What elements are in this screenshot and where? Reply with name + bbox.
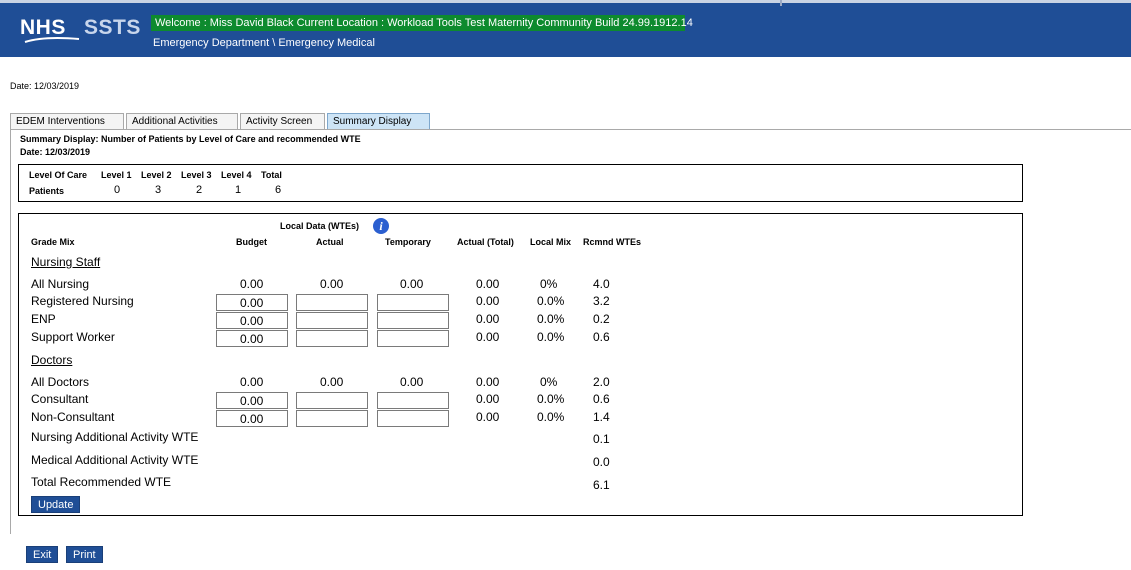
- all-doctors-temporary: 0.00: [400, 375, 424, 389]
- content-border: [10, 129, 11, 534]
- support-worker-actual-total: 0.00: [476, 330, 500, 344]
- consultant-rcmnd: 0.6: [593, 392, 610, 406]
- enp-actual-total: 0.00: [476, 312, 500, 326]
- header-budget: Budget: [236, 237, 267, 247]
- all-nursing-actual: 0.00: [320, 277, 344, 291]
- non-consultant-actual-total: 0.00: [476, 410, 500, 424]
- consultant-temporary-input[interactable]: [377, 392, 449, 409]
- all-doctors-budget: 0.00: [240, 375, 264, 389]
- local-data-label: Local Data (WTEs): [280, 221, 360, 231]
- exit-button[interactable]: Exit: [26, 546, 59, 563]
- summary-date: Date: 12/03/2019: [20, 147, 91, 157]
- header-temporary: Temporary: [385, 237, 431, 247]
- row-label-support-worker: Support Worker: [31, 330, 115, 344]
- tab-edem-interventions[interactable]: EDEM Interventions: [10, 113, 124, 129]
- all-nursing-actual-total: 0.00: [476, 277, 500, 291]
- consultant-budget-input[interactable]: [216, 392, 288, 409]
- all-doctors-actual: 0.00: [320, 375, 344, 389]
- enp-rcmnd: 0.2: [593, 312, 610, 326]
- tab-summary-display[interactable]: Summary Display: [327, 113, 430, 129]
- all-doctors-actual-total: 0.00: [476, 375, 500, 389]
- summary-title: Summary Display: Number of Patients by L…: [20, 134, 361, 144]
- all-doctors-rcmnd: 2.0: [593, 375, 610, 389]
- registered-nursing-local-mix: 0.0%: [537, 294, 565, 308]
- row-label-registered-nursing: Registered Nursing: [31, 294, 134, 308]
- print-button[interactable]: Print: [66, 546, 103, 563]
- header-actual: Actual: [316, 237, 344, 247]
- enp-budget-input[interactable]: [216, 312, 288, 329]
- row-label-all-doctors: All Doctors: [31, 375, 90, 389]
- tab-activity-screen[interactable]: Activity Screen: [240, 113, 325, 129]
- level-header-level-3: Level 3: [181, 170, 212, 180]
- level-header-level-4: Level 4: [221, 170, 252, 180]
- support-worker-budget-input[interactable]: [216, 330, 288, 347]
- consultant-actual-input[interactable]: [296, 392, 368, 409]
- sublocation-text: Emergency Department \ Emergency Medical: [153, 37, 375, 49]
- non-consultant-local-mix: 0.0%: [537, 410, 565, 424]
- row-label-medical-additional: Medical Additional Activity WTE: [31, 453, 199, 467]
- patients-level-3: 2: [196, 184, 203, 196]
- registered-nursing-actual-total: 0.00: [476, 294, 500, 308]
- enp-temporary-input[interactable]: [377, 312, 449, 329]
- row-label-non-consultant: Non-Consultant: [31, 410, 115, 424]
- patients-label: Patients: [29, 186, 65, 196]
- support-worker-local-mix: 0.0%: [537, 330, 565, 344]
- wte-summary-panel: [18, 213, 1023, 516]
- nursing-additional-rcmnd: 0.1: [593, 432, 610, 446]
- header-local-mix: Local Mix: [530, 237, 572, 247]
- enp-actual-input[interactable]: [296, 312, 368, 329]
- header-actual-total: Actual (Total): [457, 237, 514, 247]
- support-worker-actual-input[interactable]: [296, 330, 368, 347]
- all-nursing-rcmnd: 4.0: [593, 277, 610, 291]
- level-header-total: Total: [261, 170, 282, 180]
- all-nursing-temporary: 0.00: [400, 277, 424, 291]
- consultant-local-mix: 0.0%: [537, 392, 565, 406]
- row-label-consultant: Consultant: [31, 392, 89, 406]
- browser-divider: [780, 0, 782, 6]
- non-consultant-actual-input[interactable]: [296, 410, 368, 427]
- registered-nursing-temporary-input[interactable]: [377, 294, 449, 311]
- all-nursing-budget: 0.00: [240, 277, 264, 291]
- non-consultant-rcmnd: 1.4: [593, 410, 610, 424]
- info-icon[interactable]: i: [373, 218, 389, 234]
- non-consultant-budget-input[interactable]: [216, 410, 288, 427]
- row-label-enp: ENP: [31, 312, 56, 326]
- registered-nursing-budget-input[interactable]: [216, 294, 288, 311]
- support-worker-temporary-input[interactable]: [377, 330, 449, 347]
- consultant-actual-total: 0.00: [476, 392, 500, 406]
- tab-additional-activities[interactable]: Additional Activities: [126, 113, 238, 129]
- enp-local-mix: 0.0%: [537, 312, 565, 326]
- page-date: Date: 12/03/2019: [10, 81, 80, 91]
- update-button[interactable]: Update: [31, 496, 81, 513]
- section-doctors: Doctors: [31, 353, 73, 367]
- tab-divider: [10, 129, 1131, 130]
- section-nursing-staff: Nursing Staff: [31, 255, 101, 269]
- patients-total: 6: [275, 184, 282, 196]
- ssts-logo: SSTS: [84, 16, 141, 39]
- header-grade-mix: Grade Mix: [31, 237, 75, 247]
- row-label-nursing-additional: Nursing Additional Activity WTE: [31, 430, 199, 444]
- total-recommended-rcmnd: 6.1: [593, 478, 610, 492]
- level-header-level-2: Level 2: [141, 170, 172, 180]
- registered-nursing-rcmnd: 3.2: [593, 294, 610, 308]
- patients-level-4: 1: [235, 184, 242, 196]
- header-rcmnd-wtes: Rcmnd WTEs: [583, 237, 642, 247]
- all-nursing-local-mix: 0%: [540, 277, 558, 291]
- medical-additional-rcmnd: 0.0: [593, 455, 610, 469]
- patients-level-1: 0: [114, 184, 121, 196]
- level-header-level-of-care: Level Of Care: [29, 170, 88, 180]
- non-consultant-temporary-input[interactable]: [377, 410, 449, 427]
- patients-level-2: 3: [155, 184, 162, 196]
- welcome-text: Welcome : Miss David Black Current Locat…: [155, 17, 693, 29]
- row-label-all-nursing: All Nursing: [31, 277, 90, 291]
- row-label-total-recommended: Total Recommended WTE: [31, 475, 172, 489]
- registered-nursing-actual-input[interactable]: [296, 294, 368, 311]
- logo-swoosh-icon: [24, 37, 80, 43]
- level-header-level-1: Level 1: [101, 170, 132, 180]
- all-doctors-local-mix: 0%: [540, 375, 558, 389]
- support-worker-rcmnd: 0.6: [593, 330, 610, 344]
- browser-strip: [0, 0, 1131, 3]
